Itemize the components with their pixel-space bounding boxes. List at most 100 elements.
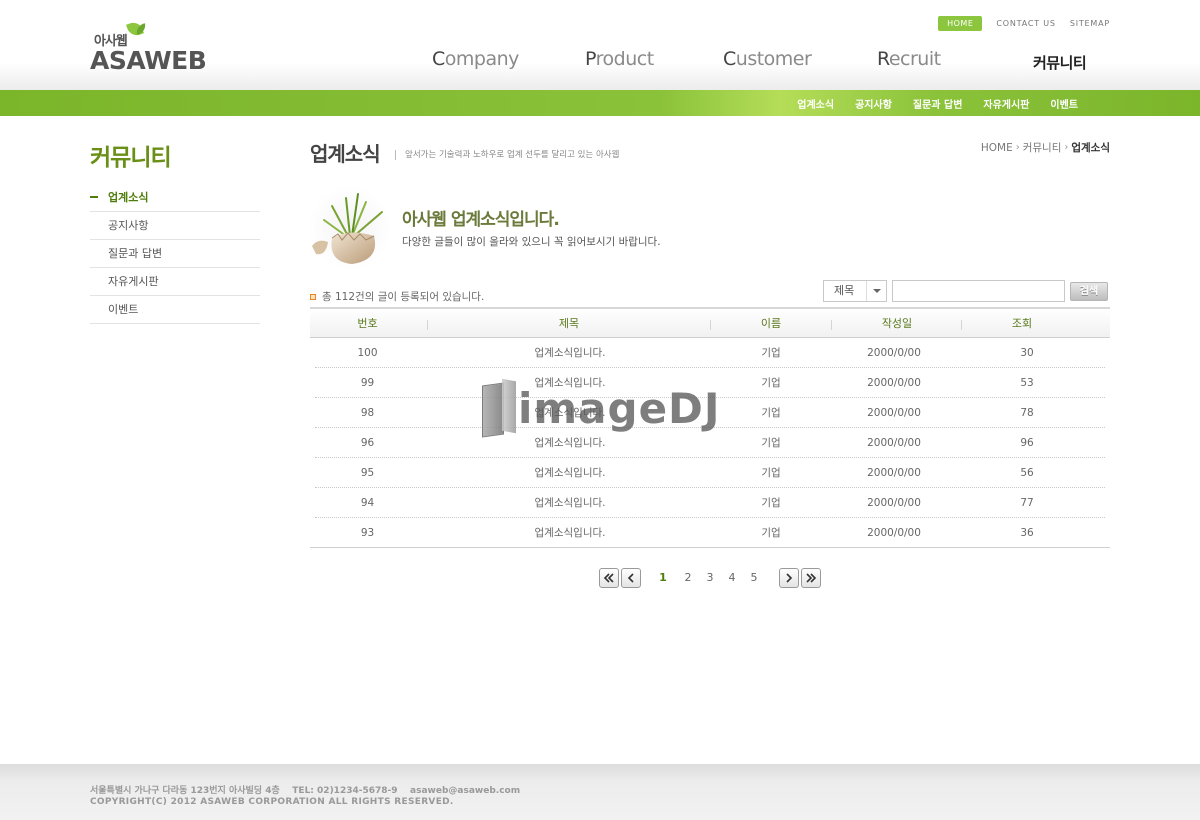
subnav-item-news[interactable]: 업계소식 <box>797 96 834 111</box>
dropdown-arrow-icon[interactable] <box>866 281 886 301</box>
sidebar-menu: 업계소식 공지사항 질문과 답변 자유게시판 이벤트 <box>90 184 260 324</box>
cell-date: 2000/0/00 <box>867 377 921 389</box>
cell-views: 77 <box>1020 497 1034 509</box>
page-number-1[interactable]: 1 <box>657 571 669 584</box>
nav-recruit-rest: ecruit <box>888 48 941 70</box>
total-count: 총 112건의 글이 등록되어 있습니다. <box>310 289 484 304</box>
nav-product-initial: P <box>585 48 596 70</box>
search-input[interactable] <box>892 280 1065 302</box>
page-number-3[interactable]: 3 <box>704 571 716 584</box>
page-description: 앞서가는 기술력과 노하우로 업계 선두를 달리고 있는 아사웹 <box>395 150 619 160</box>
page-number-2[interactable]: 2 <box>682 571 694 584</box>
cell-views: 78 <box>1020 407 1034 419</box>
nav-recruit[interactable]: Recruit <box>877 48 941 70</box>
cell-title[interactable]: 업계소식입니다. <box>430 488 710 518</box>
site-header: 아사웹 ASAWEB HOME CONTACT US SITEMAP Compa… <box>0 0 1200 90</box>
cell-number: 100 <box>357 347 378 359</box>
sub-nav-bar: 업계소식 공지사항 질문과 답변 자유게시판 이벤트 <box>0 90 1200 116</box>
first-page-button[interactable] <box>599 568 619 588</box>
subnav-item-qna[interactable]: 질문과 답변 <box>913 96 962 111</box>
nav-community[interactable]: 커뮤니티 <box>1033 52 1087 73</box>
table-header: 번호 제목 이름 작성일 조회 <box>310 307 1110 338</box>
sidebar-item-news[interactable]: 업계소식 <box>90 184 260 212</box>
intro-text: 다양한 글들이 많이 올라와 있으니 꼭 읽어보시기 바랍니다. <box>402 236 661 248</box>
nav-company-rest: ompany <box>444 48 520 70</box>
cell-name: 기업 <box>761 497 781 509</box>
cell-name: 기업 <box>761 467 781 479</box>
nav-customer-initial: C <box>723 48 736 70</box>
sidebar-item-freeboard[interactable]: 자유게시판 <box>90 268 260 296</box>
table-row[interactable]: 100 업계소식입니다. 기업 2000/0/00 30 <box>315 338 1105 368</box>
watermark-cube-icon <box>482 382 504 438</box>
site-logo[interactable]: 아사웹 ASAWEB <box>90 20 210 75</box>
search-field-value: 제목 <box>834 284 855 297</box>
breadcrumb-community[interactable]: 커뮤니티 <box>1023 140 1062 155</box>
nav-product-rest: roduct <box>595 48 655 70</box>
table-row[interactable]: 93 업계소식입니다. 기업 2000/0/00 36 <box>310 518 1110 548</box>
nav-company[interactable]: Company <box>432 48 519 70</box>
cell-date: 2000/0/00 <box>867 467 921 479</box>
breadcrumb: HOME › 커뮤니티 › 업계소식 <box>981 140 1110 155</box>
chevron-right-icon: › <box>1015 142 1020 153</box>
total-count-text: 총 112건의 글이 등록되어 있습니다. <box>322 291 485 303</box>
col-number: 번호 <box>357 317 378 330</box>
double-chevron-left-icon <box>603 573 614 583</box>
table-row[interactable]: 95 업계소식입니다. 기업 2000/0/00 56 <box>315 458 1105 488</box>
double-chevron-right-icon <box>806 573 817 583</box>
cell-views: 56 <box>1020 467 1034 479</box>
sidebar-item-qna[interactable]: 질문과 답변 <box>90 240 260 268</box>
cell-title[interactable]: 업계소식입니다. <box>430 458 710 488</box>
col-title: 제목 <box>558 317 580 330</box>
sub-nav: 업계소식 공지사항 질문과 답변 자유게시판 이벤트 <box>797 96 1078 111</box>
cell-title[interactable]: 업계소식입니다. <box>430 518 710 548</box>
cell-date: 2000/0/00 <box>867 347 921 359</box>
watermark: imageDJ <box>480 378 730 442</box>
col-name: 이름 <box>760 317 782 330</box>
watermark-cube-side <box>502 378 516 434</box>
cell-number: 99 <box>360 377 375 389</box>
bullet-icon <box>310 293 316 300</box>
page-title: 업계소식 <box>310 142 381 166</box>
util-sitemap-link[interactable]: SITEMAP <box>1070 19 1110 28</box>
sidebar-item-notice[interactable]: 공지사항 <box>90 212 260 240</box>
cell-name: 기업 <box>761 527 781 539</box>
nav-product[interactable]: Product <box>585 48 654 70</box>
footer-copyright: COPYRIGHT(C) 2012 ASAWEB CORPORATION ALL… <box>90 797 454 807</box>
cell-views: 96 <box>1020 437 1034 449</box>
site-footer: 서울특별시 가나구 다라동 123번지 아사빌딩 4층 TEL: 02)1234… <box>0 764 1200 820</box>
breadcrumb-home[interactable]: HOME <box>981 142 1013 154</box>
util-home-link[interactable]: HOME <box>938 16 983 31</box>
cell-date: 2000/0/00 <box>867 527 921 539</box>
subnav-item-notice[interactable]: 공지사항 <box>855 96 892 111</box>
table-row[interactable]: 94 업계소식입니다. 기업 2000/0/00 77 <box>315 488 1105 518</box>
sidebar-item-event[interactable]: 이벤트 <box>90 296 260 324</box>
page-number-5[interactable]: 5 <box>748 571 760 584</box>
nav-company-initial: C <box>432 48 445 70</box>
last-page-button[interactable] <box>801 568 821 588</box>
search-button[interactable]: 검색 <box>1070 282 1108 301</box>
next-page-button[interactable] <box>779 568 799 588</box>
chevron-right-icon: › <box>1064 142 1069 153</box>
page-number-4[interactable]: 4 <box>726 571 738 584</box>
cell-title[interactable]: 업계소식입니다. <box>430 338 710 368</box>
nav-customer-rest: ustomer <box>735 48 812 70</box>
util-contact-link[interactable]: CONTACT US <box>996 19 1055 28</box>
cell-name: 기업 <box>761 347 781 359</box>
subnav-item-event[interactable]: 이벤트 <box>1050 96 1078 111</box>
search-field-select[interactable]: 제목 <box>823 280 887 302</box>
cell-date: 2000/0/00 <box>867 437 921 449</box>
subnav-item-freeboard[interactable]: 자유게시판 <box>983 96 1029 111</box>
cell-number: 93 <box>360 527 375 539</box>
col-views: 조회 <box>1011 317 1033 330</box>
col-date: 작성일 <box>881 317 913 330</box>
logo-main-text: ASAWEB <box>90 46 207 75</box>
cell-number: 95 <box>360 467 375 479</box>
nav-customer[interactable]: Customer <box>723 48 812 70</box>
nav-recruit-initial: R <box>877 48 889 70</box>
cell-number: 98 <box>360 407 375 419</box>
utility-nav: HOME CONTACT US SITEMAP <box>938 16 1110 31</box>
prev-page-button[interactable] <box>621 568 641 588</box>
watermark-text: imageDJ <box>518 384 721 433</box>
cell-number: 96 <box>360 437 375 449</box>
chevron-right-icon <box>786 573 793 583</box>
